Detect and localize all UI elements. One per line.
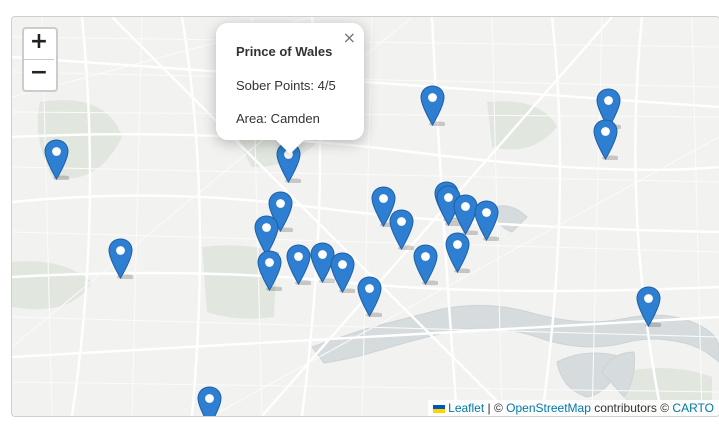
- zoom-in-button[interactable]: +: [24, 29, 54, 59]
- openstreetmap-link[interactable]: OpenStreetMap: [506, 401, 591, 415]
- leaflet-link[interactable]: Leaflet: [448, 401, 484, 415]
- popup-sober-points: Sober Points: 4/5: [236, 78, 336, 93]
- map-pin-icon[interactable]: [592, 119, 620, 161]
- zoom-control: + −: [22, 27, 58, 92]
- map-pin-icon[interactable]: [419, 85, 447, 127]
- marker-popup: Prince of Wales Sober Points: 4/5 Area: …: [216, 23, 364, 155]
- map-pin-icon[interactable]: [285, 244, 313, 286]
- attribution-contributors: contributors ©: [590, 401, 673, 415]
- map-tiles[interactable]: [12, 17, 719, 416]
- map-pin-icon[interactable]: [635, 286, 663, 328]
- map-pin-icon[interactable]: [356, 276, 384, 318]
- carto-link[interactable]: CARTO: [672, 401, 714, 415]
- map-pin-icon[interactable]: [388, 209, 416, 251]
- popup-title: Prince of Wales: [236, 44, 333, 59]
- attribution: Leaflet | © OpenStreetMap contributors ©…: [428, 400, 719, 416]
- map-pin-icon[interactable]: [43, 139, 71, 181]
- popup-area: Area: Camden: [236, 111, 320, 126]
- map-pin-icon[interactable]: [473, 200, 501, 242]
- popup-close-button[interactable]: ×: [343, 28, 356, 47]
- map-pin-icon[interactable]: [329, 252, 357, 294]
- map-pin-icon[interactable]: [256, 250, 284, 292]
- popup-content: Prince of Wales Sober Points: 4/5 Area: …: [216, 23, 364, 140]
- ukraine-flag-icon: [433, 404, 446, 413]
- attribution-separator: | ©: [484, 401, 507, 415]
- map-pin-icon[interactable]: [196, 386, 222, 416]
- zoom-out-button[interactable]: −: [24, 59, 54, 90]
- map-pin-icon[interactable]: [444, 232, 472, 274]
- map-pin-icon[interactable]: [412, 244, 440, 286]
- map-container[interactable]: + − Prince of Wales Sober Points: 4/5 Ar…: [11, 16, 719, 417]
- map-pin-icon[interactable]: [107, 238, 135, 280]
